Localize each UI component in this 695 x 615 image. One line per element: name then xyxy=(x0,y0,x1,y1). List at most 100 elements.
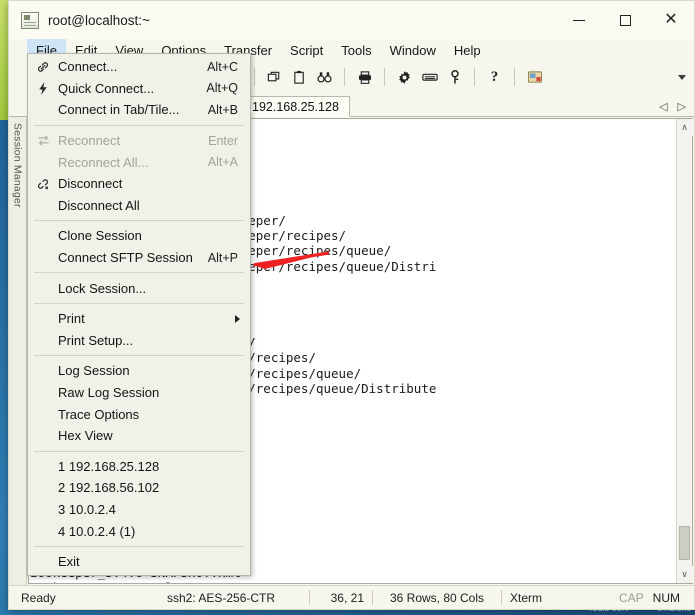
keyboard-icon[interactable] xyxy=(417,65,442,89)
file-menu-item-connect-in-tab-tile[interactable]: Connect in Tab/Tile... Alt+B xyxy=(28,99,250,121)
file-menu-separator xyxy=(34,220,244,222)
status-cipher: ssh2: AES-256-CTR xyxy=(167,590,276,605)
terminal-line: zookeeper_3.4.6.xml xyxy=(29,580,676,583)
file-menu-item-quick-connect[interactable]: Quick Connect... Alt+Q xyxy=(28,78,250,100)
file-menu-item-connect[interactable]: Connect... Alt+C xyxy=(28,56,250,78)
file-menu-separator xyxy=(34,545,244,547)
file-menu-item-2-192-168-56-102[interactable]: 2 192.168.56.102 xyxy=(28,477,250,499)
paste-icon[interactable] xyxy=(287,65,312,89)
toolbar-separator-4 xyxy=(474,68,475,86)
window-controls: ✕ xyxy=(556,1,694,39)
title-bar: root@localhost:~ ✕ xyxy=(9,1,694,39)
file-menu-item-label: Connect in Tab/Tile... xyxy=(58,102,180,118)
window-title: root@localhost:~ xyxy=(48,12,150,28)
status-indicators: CAP NUM xyxy=(619,591,694,605)
menu-help[interactable]: Help xyxy=(445,39,490,61)
key-icon[interactable] xyxy=(442,65,467,89)
settings-gear-icon[interactable] xyxy=(392,65,417,89)
file-menu-item-4-10-0-2-4-1[interactable]: 4 10.0.2.4 (1) xyxy=(28,520,250,542)
status-num-indicator: NUM xyxy=(652,590,680,605)
file-menu-item-label: Disconnect All xyxy=(58,197,140,213)
file-menu-item-shortcut: Alt+Q xyxy=(206,81,238,96)
securecrt-window: root@localhost:~ ✕ File Edit View Option… xyxy=(8,0,695,610)
file-menu-item-disconnect[interactable]: Disconnect xyxy=(28,173,250,195)
status-emulation: Xterm xyxy=(510,590,543,605)
file-menu-item-shortcut: Alt+C xyxy=(207,59,238,74)
scrollbar-track[interactable] xyxy=(677,136,692,566)
terminal-window-icon xyxy=(21,11,39,29)
tab-nav-buttons: ◁ ▷ xyxy=(659,100,694,116)
toolbar-separator-3 xyxy=(384,68,385,86)
tab-192-168-25-128[interactable]: 192.168.25.128 xyxy=(241,96,350,117)
file-menu-item-exit[interactable]: Exit xyxy=(28,551,250,573)
file-menu-item-label: Connect SFTP Session xyxy=(58,250,193,266)
toolbar-overflow-caret[interactable] xyxy=(678,74,686,80)
file-menu-item-shortcut: Alt+A xyxy=(207,155,238,170)
help-icon[interactable]: ? xyxy=(482,65,507,89)
file-menu-item-label: 4 10.0.2.4 (1) xyxy=(58,523,136,539)
tab-next-button[interactable]: ▷ xyxy=(678,100,686,113)
file-menu-item-label: Disconnect xyxy=(58,176,123,192)
maximize-button[interactable] xyxy=(602,1,648,39)
toolbar-separator-2 xyxy=(344,68,345,86)
file-menu-item-clone-session[interactable]: Clone Session xyxy=(28,225,250,247)
copy-icon[interactable] xyxy=(262,65,287,89)
file-menu-item-trace-options[interactable]: Trace Options xyxy=(28,403,250,425)
terminal-scrollbar[interactable]: ∧ ∨ xyxy=(676,119,693,583)
file-menu-item-label: 2 192.168.56.102 xyxy=(58,480,160,496)
tab-prev-button[interactable]: ◁ xyxy=(659,100,667,113)
find-icon[interactable] xyxy=(312,65,337,89)
session-manager-label: Session Manager xyxy=(11,123,24,208)
file-menu-item-print-setup[interactable]: Print Setup... xyxy=(28,330,250,352)
file-menu-item-label: Print Setup... xyxy=(58,332,134,348)
file-menu-item-hex-view[interactable]: Hex View xyxy=(28,425,250,447)
file-menu-item-print[interactable]: Print xyxy=(28,308,250,330)
file-menu-separator xyxy=(34,355,244,357)
scroll-up-button[interactable]: ∧ xyxy=(676,119,693,136)
file-menu-item-label: Reconnect xyxy=(58,133,121,149)
file-menu-item-shortcut: Enter xyxy=(208,133,238,148)
file-menu-item-disconnect-all[interactable]: Disconnect All xyxy=(28,195,250,217)
file-menu-item-log-session[interactable]: Log Session xyxy=(28,360,250,382)
file-menu-separator xyxy=(34,272,244,274)
scroll-down-button[interactable]: ∨ xyxy=(676,566,693,583)
status-bar: Ready ssh2: AES-256-CTR 36, 21 36 Rows, … xyxy=(9,585,694,609)
file-menu-item-label: Lock Session... xyxy=(58,280,147,296)
broken-link-icon xyxy=(28,177,58,191)
file-menu-item-label: Log Session xyxy=(58,363,130,379)
menu-tools[interactable]: Tools xyxy=(332,39,380,61)
submenu-arrow-icon xyxy=(235,314,250,323)
file-menu-item-connect-sftp-session[interactable]: Connect SFTP Session Alt+P xyxy=(28,247,250,269)
file-menu-item-label: Hex View xyxy=(58,428,113,444)
file-menu-item-label: Exit xyxy=(58,554,80,570)
menu-window[interactable]: Window xyxy=(381,39,445,61)
file-menu-item-lock-session[interactable]: Lock Session... xyxy=(28,277,250,299)
status-caps-indicator: CAP xyxy=(618,590,644,605)
scrollbar-thumb[interactable] xyxy=(679,526,690,560)
file-menu-separator xyxy=(34,124,244,126)
file-menu-item-label: Print xyxy=(58,311,85,327)
file-menu-item-label: Reconnect All... xyxy=(58,154,149,170)
lightning-icon xyxy=(28,81,58,96)
file-menu-item-label: Connect... xyxy=(58,59,118,75)
file-menu-item-reconnect-all: Reconnect All... Alt+A xyxy=(28,151,250,173)
file-menu-item-reconnect: Reconnect Enter xyxy=(28,130,250,152)
file-menu-item-label: Raw Log Session xyxy=(58,385,160,401)
file-menu-item-label: 3 10.0.2.4 xyxy=(58,501,116,517)
file-menu-item-shortcut: Alt+B xyxy=(207,102,238,117)
session-options-icon[interactable] xyxy=(522,65,547,89)
menu-script[interactable]: Script xyxy=(281,39,332,61)
print-icon[interactable] xyxy=(352,65,377,89)
file-menu-item-3-10-0-2-4[interactable]: 3 10.0.2.4 xyxy=(28,499,250,521)
session-manager-sidebar[interactable]: Session Manager xyxy=(9,117,27,585)
reconnect-icon xyxy=(28,134,58,147)
file-menu-separator xyxy=(34,450,244,452)
file-menu-item-raw-log-session[interactable]: Raw Log Session xyxy=(28,382,250,404)
status-dimensions: 36 Rows, 80 Cols xyxy=(389,590,485,605)
minimize-button[interactable] xyxy=(556,1,602,39)
file-menu-item-shortcut: Alt+P xyxy=(207,250,238,265)
file-menu-separator xyxy=(34,302,244,304)
toolbar-separator xyxy=(254,68,255,86)
file-menu-item-1-192-168-25-128[interactable]: 1 192.168.25.128 xyxy=(28,456,250,478)
close-button[interactable]: ✕ xyxy=(648,1,694,39)
